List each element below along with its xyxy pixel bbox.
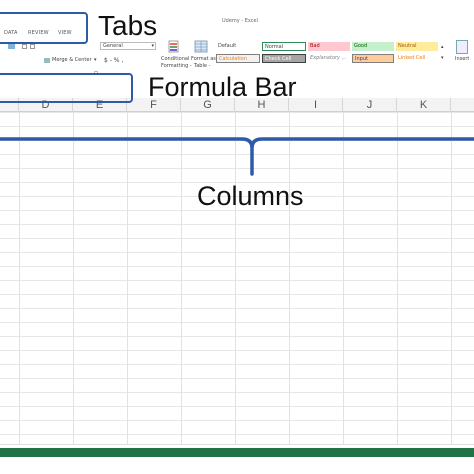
status-bar — [0, 448, 474, 457]
styles-scroll-up-icon[interactable]: ▴ — [441, 44, 444, 50]
insert-cells-icon[interactable] — [456, 40, 468, 54]
number-format-value: General — [103, 43, 123, 49]
conditional-formatting-label-1[interactable]: Conditional — [161, 56, 189, 62]
tabs-callout-box — [0, 12, 88, 44]
column-header-i[interactable]: I — [289, 98, 343, 112]
merge-center-button[interactable]: Merge & Center — [52, 57, 92, 63]
merge-dropdown-icon[interactable]: ▾ — [94, 57, 97, 63]
align-right-icon[interactable] — [30, 44, 35, 49]
style-default[interactable]: Default — [216, 42, 260, 51]
column-header-k[interactable]: K — [397, 98, 451, 112]
merge-center-icon — [44, 58, 50, 63]
formula-bar-callout-label: Formula Bar — [148, 72, 297, 102]
column-header-partial[interactable] — [451, 98, 474, 112]
style-neutral[interactable]: Neutral — [396, 42, 438, 51]
style-check-cell[interactable]: Check Cell — [262, 54, 306, 63]
style-linked-cell[interactable]: Linked Cell — [396, 54, 438, 63]
format-as-table-label-1[interactable]: Format as — [191, 56, 216, 62]
style-normal[interactable]: Normal — [262, 42, 306, 51]
window-title: Udemy - Excel — [222, 18, 258, 24]
column-header-j[interactable]: J — [343, 98, 397, 112]
number-format-buttons[interactable]: $ - % , — [104, 57, 123, 64]
bottom-margin — [0, 457, 474, 474]
style-calculation[interactable]: Calculation — [216, 54, 260, 63]
columns-callout-label: Columns — [197, 181, 304, 211]
formula-bar-callout-box — [0, 73, 133, 103]
format-as-table-icon[interactable] — [194, 40, 208, 53]
columns-brace — [0, 137, 474, 176]
style-good[interactable]: Good — [352, 42, 394, 51]
style-bad[interactable]: Bad — [308, 42, 350, 51]
number-format-select[interactable]: General ▾ — [100, 42, 156, 50]
style-input[interactable]: Input — [352, 54, 394, 63]
tabs-callout-label: Tabs — [98, 10, 158, 41]
style-explanatory[interactable]: Explanatory ... — [308, 54, 350, 63]
conditional-formatting-icon[interactable] — [168, 40, 182, 53]
chevron-down-icon: ▾ — [151, 43, 154, 49]
insert-button[interactable]: Insert — [455, 56, 469, 62]
align-icon[interactable] — [22, 44, 27, 49]
styles-scroll-down-icon[interactable]: ▾ — [441, 55, 444, 61]
